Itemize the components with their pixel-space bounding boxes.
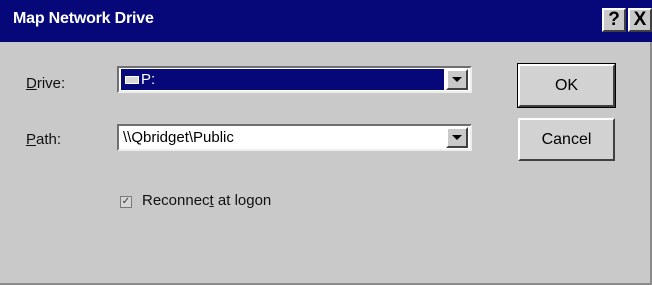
network-drive-icon: [125, 76, 139, 84]
path-label-text: ath:: [36, 131, 62, 148]
reconnect-label-part1: Reconnec: [142, 192, 210, 209]
drive-select[interactable]: P:: [117, 66, 472, 93]
drive-label-text: rive:: [36, 75, 66, 92]
drive-value: P:: [141, 71, 156, 88]
path-label: Path:: [26, 131, 61, 148]
reconnect-label-part2: at logon: [213, 192, 272, 209]
path-value: \\Qbridget\Public: [123, 129, 234, 146]
help-button[interactable]: ?: [602, 8, 626, 32]
path-label-mnemonic: P: [26, 131, 37, 148]
reconnect-label[interactable]: Reconnect at logon: [142, 192, 271, 209]
map-network-drive-dialog: Map Network Drive ? X Drive: P: Path: \\…: [0, 0, 652, 285]
ok-button[interactable]: OK: [517, 63, 616, 108]
close-button[interactable]: X: [628, 8, 652, 32]
reconnect-checkbox[interactable]: ✓: [120, 196, 132, 208]
drive-label: Drive:: [26, 75, 65, 92]
drive-label-mnemonic: D: [26, 75, 37, 92]
cancel-button[interactable]: Cancel: [518, 118, 615, 161]
title-bar: Map Network Drive ? X: [0, 0, 652, 42]
chevron-down-icon[interactable]: [446, 127, 468, 148]
window-title: Map Network Drive: [13, 10, 154, 27]
chevron-down-icon[interactable]: [446, 69, 468, 90]
path-combo[interactable]: \\Qbridget\Public: [117, 124, 472, 151]
drive-selection-highlight: [121, 69, 444, 90]
